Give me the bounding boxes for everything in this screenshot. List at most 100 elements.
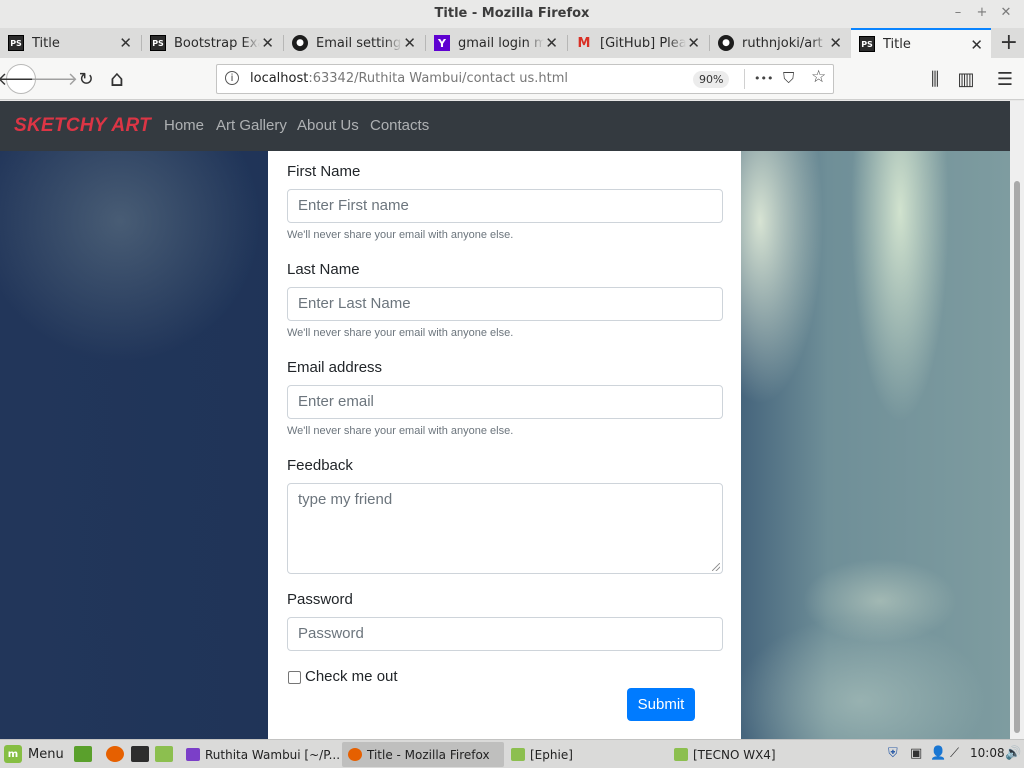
browser-tab[interactable]: PS Title ✕ xyxy=(0,28,140,58)
url-bar[interactable]: i localhost:63342/Ruthita Wambui/contact… xyxy=(216,64,834,94)
page-viewport: SKETCHY ART Home Art Gallery About Us Co… xyxy=(0,101,1010,739)
nav-link-about-us[interactable]: About Us xyxy=(297,117,359,134)
resize-grip-icon[interactable] xyxy=(712,563,720,571)
library-icon[interactable]: ⫼ xyxy=(921,65,949,93)
nav-link-art-gallery[interactable]: Art Gallery xyxy=(216,117,287,134)
close-tab-icon[interactable]: ✕ xyxy=(970,36,983,54)
window-titlebar: Title - Mozilla Firefox – + ✕ xyxy=(0,0,1024,28)
url-path: :63342/Ruthita Wambui/contact us.html xyxy=(308,71,568,86)
check-me-out-checkbox[interactable] xyxy=(288,671,301,684)
url-divider xyxy=(744,69,745,89)
contact-form: First Name Enter First name We'll never … xyxy=(268,151,741,739)
tab-label: ruthnjoki/art xyxy=(742,35,823,51)
close-window-button[interactable]: ✕ xyxy=(998,5,1014,20)
first-name-input[interactable]: Enter First name xyxy=(287,189,723,223)
taskbar-item-label: [Ephie] xyxy=(530,747,573,762)
browser-tab[interactable]: ● Email settings ✕ xyxy=(284,28,424,58)
pocket-icon[interactable]: ⛉ xyxy=(783,69,794,87)
forward-icon[interactable]: 🡒 xyxy=(30,65,78,93)
phpstorm-icon xyxy=(186,748,200,761)
user-icon[interactable]: 👤 xyxy=(930,746,946,761)
close-tab-icon[interactable]: ✕ xyxy=(829,34,842,52)
email-input[interactable]: Enter email xyxy=(287,385,723,419)
network-icon[interactable]: ⟋ xyxy=(950,746,959,761)
terminal-launcher-icon[interactable] xyxy=(131,746,149,762)
first-name-label: First Name xyxy=(287,163,361,180)
scrollbar-thumb[interactable] xyxy=(1014,181,1020,733)
window-title: Title - Mozilla Firefox xyxy=(434,6,590,21)
tab-label: gmail login ma xyxy=(458,35,544,51)
first-name-help: We'll never share your email with anyone… xyxy=(287,229,514,241)
folder-icon xyxy=(674,748,688,761)
last-name-input[interactable]: Enter Last Name xyxy=(287,287,723,321)
taskbar-item-label: Ruthita Wambui [~/P... xyxy=(205,747,340,762)
taskbar-item[interactable]: [TECNO WX4] xyxy=(668,742,830,767)
mint-logo-icon: m xyxy=(4,745,22,763)
update-manager-icon[interactable]: ▣ xyxy=(910,746,922,761)
url-text[interactable]: localhost:63342/Ruthita Wambui/contact u… xyxy=(250,71,568,86)
browser-tab[interactable]: M [GitHub] Pleas ✕ xyxy=(568,28,708,58)
close-tab-icon[interactable]: ✕ xyxy=(119,34,132,52)
phpstorm-icon: PS xyxy=(150,35,166,51)
tab-label: Title xyxy=(32,35,60,51)
site-navbar: SKETCHY ART Home Art Gallery About Us Co… xyxy=(0,101,1010,151)
phpstorm-icon: PS xyxy=(859,36,875,52)
phpstorm-icon: PS xyxy=(8,35,24,51)
site-brand[interactable]: SKETCHY ART xyxy=(14,115,151,137)
check-me-out-label[interactable]: Check me out xyxy=(305,668,398,685)
feedback-textarea[interactable]: type my friend xyxy=(287,483,723,574)
zoom-level-badge[interactable]: 90% xyxy=(693,71,730,88)
taskbar-item[interactable]: [Ephie] xyxy=(505,742,667,767)
password-label: Password xyxy=(287,591,353,608)
taskbar-item[interactable]: Ruthita Wambui [~/P... xyxy=(180,742,340,767)
reload-icon[interactable]: ↻ xyxy=(72,65,100,93)
email-label: Email address xyxy=(287,359,383,376)
os-taskbar: m Menu Ruthita Wambui [~/P... Title - Mo… xyxy=(0,739,1024,768)
volume-icon[interactable]: 🔊 xyxy=(1005,746,1021,761)
tab-label: Bootstrap Exa xyxy=(174,35,260,51)
system-clock: 10:08 xyxy=(970,746,1005,760)
tab-label: Title xyxy=(883,36,911,52)
tab-label: Email settings xyxy=(316,35,402,51)
show-desktop-icon[interactable] xyxy=(74,746,92,762)
shield-icon[interactable]: ⛨ xyxy=(888,746,898,761)
email-help: We'll never share your email with anyone… xyxy=(287,425,514,437)
page-scrollbar[interactable] xyxy=(1010,101,1024,739)
close-tab-icon[interactable]: ✕ xyxy=(545,34,558,52)
feedback-placeholder: type my friend xyxy=(298,491,393,508)
browser-toolbar: 🡐 🡒 ↻ ⌂ i localhost:63342/Ruthita Wambui… xyxy=(0,58,1024,100)
taskbar-item-active[interactable]: Title - Mozilla Firefox xyxy=(342,742,504,767)
close-tab-icon[interactable]: ✕ xyxy=(403,34,416,52)
info-icon[interactable]: i xyxy=(225,71,239,85)
page-actions-icon[interactable]: ••• xyxy=(754,72,773,85)
new-tab-icon[interactable]: + xyxy=(1000,30,1018,55)
home-icon[interactable]: ⌂ xyxy=(103,65,131,93)
start-menu-button[interactable]: m Menu xyxy=(4,745,64,763)
password-input[interactable]: Password xyxy=(287,617,723,651)
nav-link-home[interactable]: Home xyxy=(164,117,204,134)
browser-tab[interactable]: Y gmail login ma ✕ xyxy=(426,28,566,58)
submit-button[interactable]: Submit xyxy=(627,688,695,721)
firefox-launcher-icon[interactable] xyxy=(106,746,124,762)
sidebar-icon[interactable]: ▥ xyxy=(952,65,980,93)
minimize-button[interactable]: – xyxy=(950,5,966,20)
browser-tab[interactable]: ● ruthnjoki/art ✕ xyxy=(710,28,850,58)
close-tab-icon[interactable]: ✕ xyxy=(261,34,274,52)
files-launcher-icon[interactable] xyxy=(155,746,173,762)
firefox-icon xyxy=(348,748,362,761)
nav-link-contacts[interactable]: Contacts xyxy=(370,117,429,134)
last-name-help: We'll never share your email with anyone… xyxy=(287,327,514,339)
maximize-button[interactable]: + xyxy=(974,5,990,20)
feedback-label: Feedback xyxy=(287,457,353,474)
hamburger-menu-icon[interactable]: ☰ xyxy=(991,65,1019,93)
gmail-icon: M xyxy=(577,35,591,51)
tab-label: [GitHub] Pleas xyxy=(600,35,686,51)
github-icon: ● xyxy=(718,35,734,51)
bookmark-star-icon[interactable]: ☆ xyxy=(811,67,826,87)
start-menu-label: Menu xyxy=(28,746,64,762)
last-name-label: Last Name xyxy=(287,261,360,278)
close-tab-icon[interactable]: ✕ xyxy=(687,34,700,52)
browser-tab-active[interactable]: PS Title ✕ xyxy=(851,28,991,58)
browser-tab[interactable]: PS Bootstrap Exa ✕ xyxy=(142,28,282,58)
github-icon: ● xyxy=(292,35,308,51)
